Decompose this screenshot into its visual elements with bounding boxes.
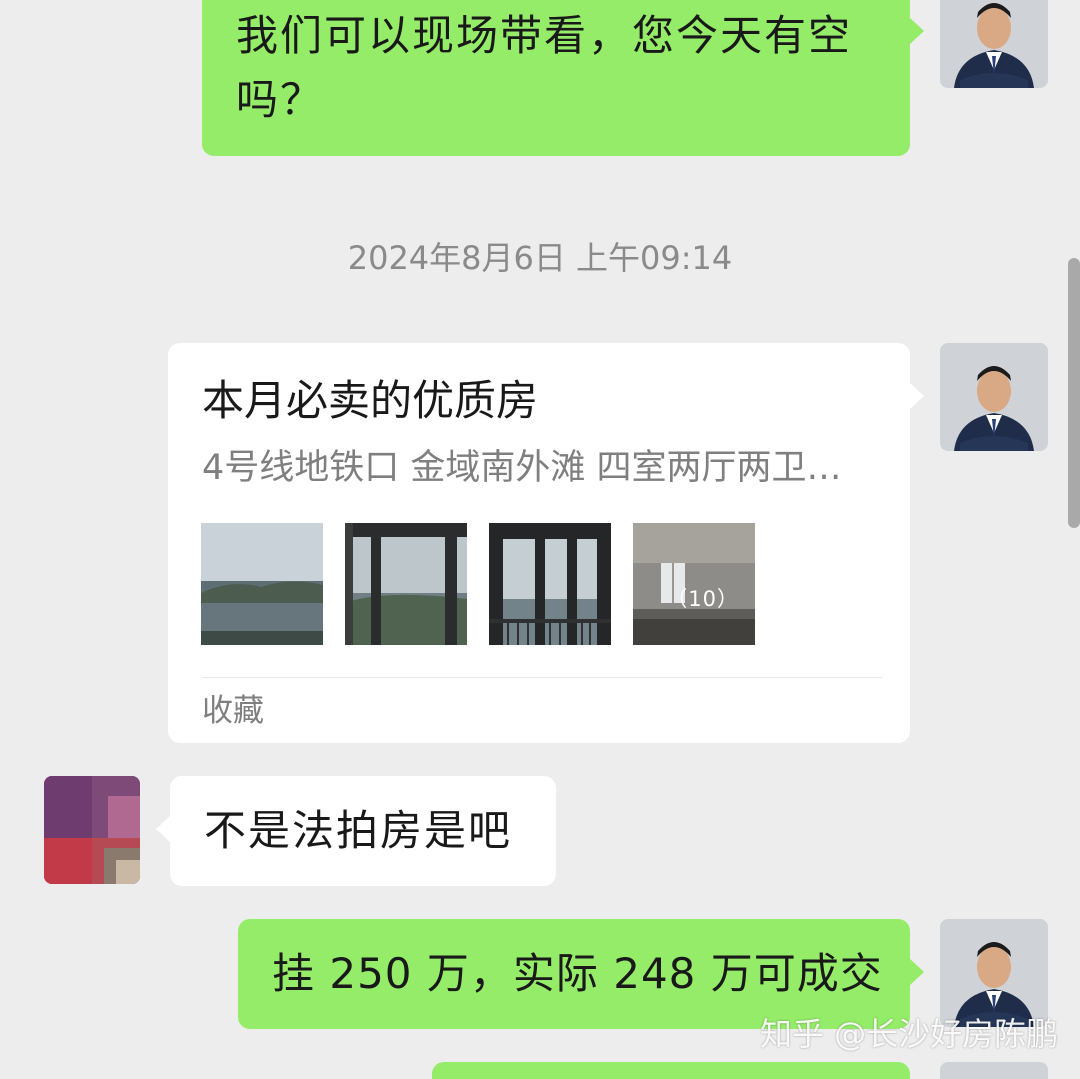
agent-avatar-icon[interactable] xyxy=(940,0,1048,88)
agent-avatar-icon[interactable] xyxy=(940,1062,1048,1079)
chat-timestamp: 2024年8月6日 上午09:14 xyxy=(347,239,733,277)
customer-avatar-icon[interactable] xyxy=(44,776,140,884)
shared-listing-card[interactable]: 本月必卖的优质房 4号线地铁口 金域南外滩 四室两厅两卫… （10） 收藏 xyxy=(168,343,910,743)
bubble-tail xyxy=(910,959,924,985)
agent-avatar-icon[interactable] xyxy=(940,919,1048,1027)
card-thumbnail[interactable] xyxy=(201,523,323,645)
message-bubble-outgoing[interactable]: 我们可以现场带看，您今天有空吗？ xyxy=(202,0,910,156)
card-title: 本月必卖的优质房 xyxy=(202,376,539,425)
card-description: 4号线地铁口 金域南外滩 四室两厅两卫… xyxy=(202,448,842,488)
message-text: 不是法拍房是吧 xyxy=(204,806,513,855)
card-divider xyxy=(202,677,882,678)
message-text: 我们可以现场带看，您今天有空吗？ xyxy=(236,11,853,124)
bubble-tail xyxy=(910,18,924,44)
image-count-label: （10） xyxy=(666,587,739,611)
message-bubble-incoming[interactable]: 不是法拍房是吧 xyxy=(170,776,556,886)
message-bubble-outgoing-partial[interactable] xyxy=(432,1062,910,1079)
bubble-tail xyxy=(910,383,924,409)
bubble-tail xyxy=(156,816,170,842)
watermark-text: 知乎 @长沙好房陈鹏 xyxy=(760,1015,1059,1053)
card-thumbnail[interactable] xyxy=(489,523,611,645)
card-thumbnail[interactable] xyxy=(345,523,467,645)
agent-avatar-icon[interactable] xyxy=(940,343,1048,451)
card-thumbnail[interactable]: （10） xyxy=(633,523,755,645)
card-source-label: 收藏 xyxy=(202,693,264,729)
message-text: 挂 250 万，实际 248 万可成交 xyxy=(272,949,883,998)
chat-scrollbar[interactable] xyxy=(1068,258,1080,528)
